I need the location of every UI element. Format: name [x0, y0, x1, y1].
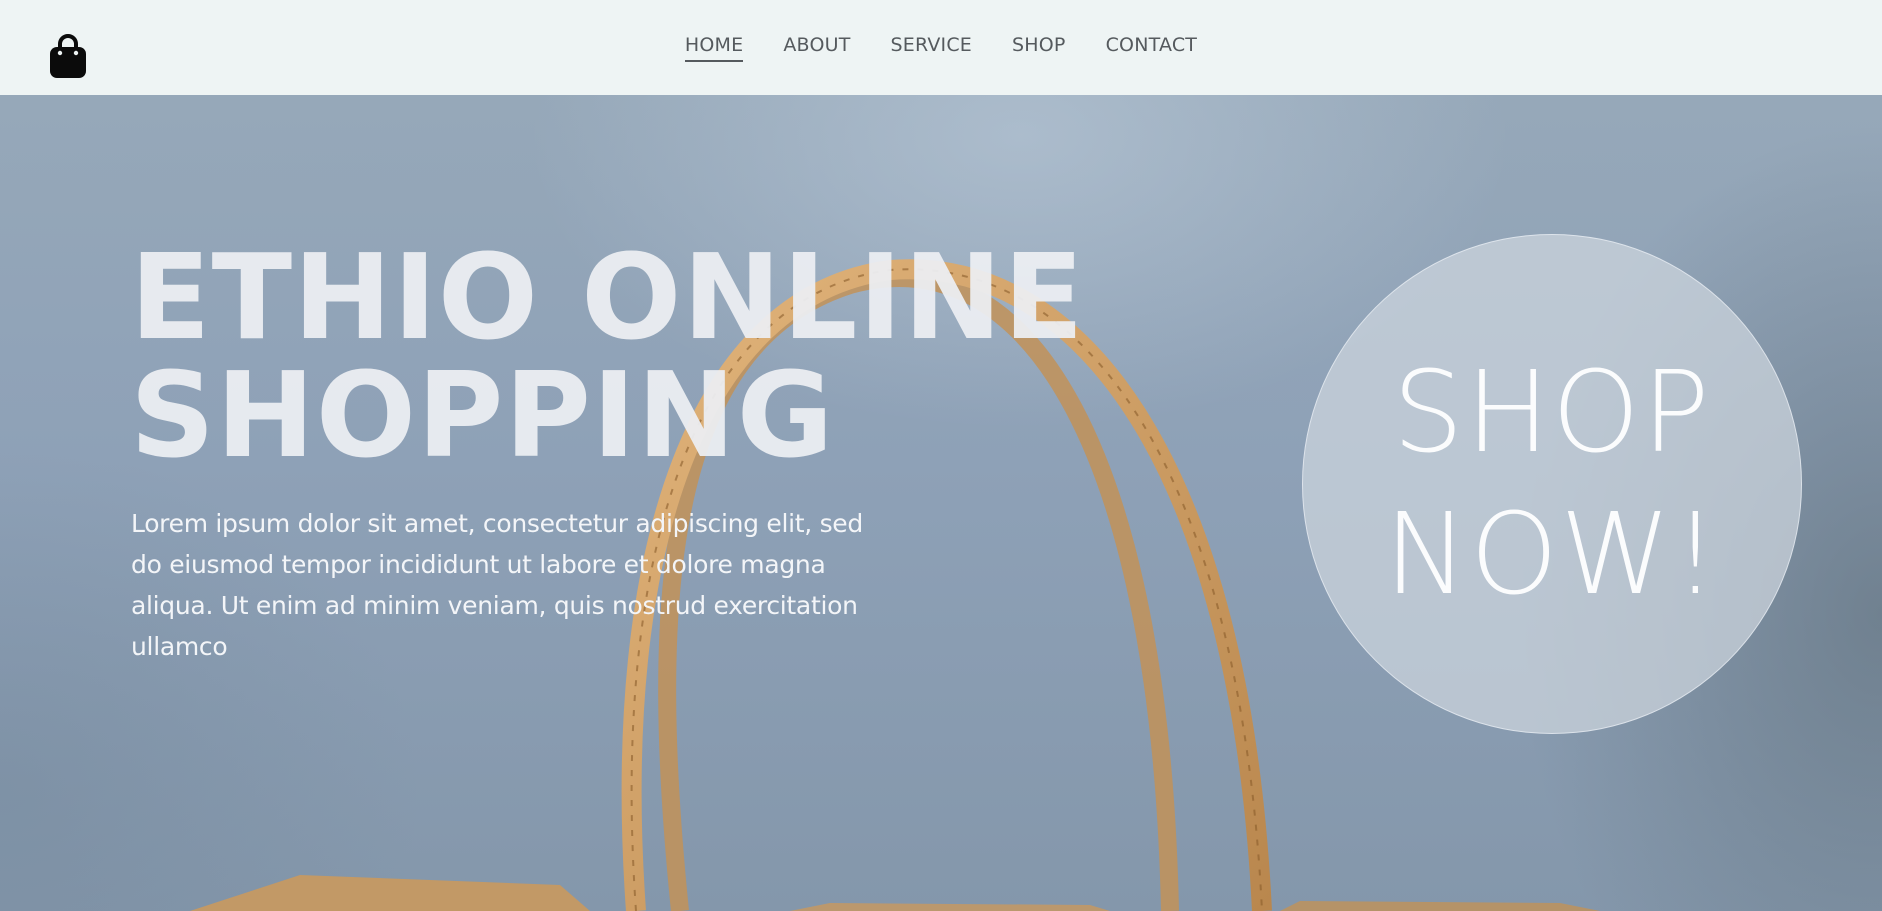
page: HOME ABOUT SERVICE SHOP CONTACT ETHIO ON… — [0, 0, 1882, 911]
hero-section: ETHIO ONLINE SHOPPING Lorem ipsum dolor … — [0, 95, 1882, 911]
main-nav: HOME ABOUT SERVICE SHOP CONTACT — [0, 34, 1882, 62]
headline-line-1: ETHIO ONLINE — [130, 228, 1085, 366]
nav-shop[interactable]: SHOP — [1012, 34, 1066, 62]
hero-headline: ETHIO ONLINE SHOPPING — [130, 238, 1085, 474]
hero-description: Lorem ipsum dolor sit amet, consectetur … — [131, 509, 863, 661]
shop-now-line-2: NOW! — [1384, 490, 1720, 620]
nav-service[interactable]: SERVICE — [891, 34, 973, 62]
nav-about[interactable]: ABOUT — [783, 34, 850, 62]
nav-contact[interactable]: CONTACT — [1106, 34, 1198, 62]
headline-line-2: SHOPPING — [130, 346, 835, 484]
shop-now-line-1: SHOP — [1392, 348, 1712, 478]
site-header: HOME ABOUT SERVICE SHOP CONTACT — [0, 0, 1882, 95]
shop-now-button[interactable]: SHOP NOW! — [1302, 234, 1802, 734]
nav-home[interactable]: HOME — [684, 34, 744, 62]
